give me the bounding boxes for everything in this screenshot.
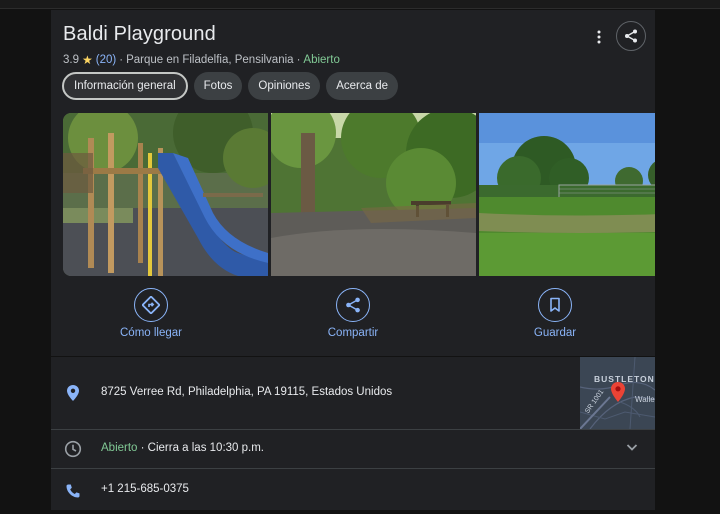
- more-vert-icon: [597, 30, 601, 44]
- phone-row[interactable]: +1 215-685-0375: [51, 469, 655, 510]
- rating-value: 3.9: [63, 54, 79, 66]
- phone-icon: [63, 481, 83, 501]
- hours-open-status: Abierto: [101, 442, 138, 454]
- star-icon: ★: [82, 53, 93, 67]
- save-icon-circle: [538, 288, 572, 322]
- action-bar: Cómo llegar Compartir Guardar: [51, 288, 655, 348]
- address-row[interactable]: 8725 Verree Rd, Philadelphia, PA 19115, …: [51, 357, 655, 429]
- address-text: 8725 Verree Rd, Philadelphia, PA 19115, …: [101, 386, 393, 398]
- chevron-down-icon[interactable]: [625, 440, 639, 459]
- share-icon: [625, 29, 637, 43]
- open-status: Abierto: [303, 54, 340, 66]
- share-button[interactable]: Compartir: [303, 288, 403, 339]
- rating-row: 3.9 ★ (20) · Parque en Filadelfia, Pensi…: [63, 53, 340, 67]
- hours-row[interactable]: Abierto · Cierra a las 10:30 p.m.: [51, 430, 655, 468]
- save-button[interactable]: Guardar: [505, 288, 605, 339]
- directions-icon-circle: [134, 288, 168, 322]
- map-thumbnail[interactable]: BUSTLETON Walle SR 1001: [580, 357, 655, 429]
- photo-playground-slide[interactable]: [63, 113, 268, 276]
- tab-bar: Información general Fotos Opiniones Acer…: [62, 72, 398, 100]
- hours-text: Abierto · Cierra a las 10:30 p.m.: [101, 442, 264, 454]
- tab-photos[interactable]: Fotos: [193, 72, 243, 100]
- photo-strip: [63, 113, 655, 276]
- place-category: Parque en Filadelfia, Pensilvania: [126, 54, 294, 66]
- bookmark-icon: [550, 297, 560, 312]
- share-icon-circle: [336, 288, 370, 322]
- clock-icon: [63, 439, 83, 459]
- share-top-button[interactable]: [616, 21, 646, 51]
- map-pin-icon: [611, 382, 625, 402]
- browser-top-bar: [0, 0, 720, 9]
- tab-reviews[interactable]: Opiniones: [248, 72, 321, 100]
- place-panel: Baldi Playground 3.9 ★ (20) · Parque en …: [51, 10, 655, 356]
- separator: ·: [296, 54, 301, 66]
- separator: ·: [119, 54, 124, 66]
- hours-close-time: · Cierra a las 10:30 p.m.: [137, 442, 264, 454]
- directions-label: Cómo llegar: [120, 327, 182, 339]
- share-icon: [346, 297, 360, 313]
- place-title: Baldi Playground: [63, 23, 216, 45]
- map-street-label: Walle: [635, 395, 655, 404]
- directions-icon: [142, 296, 160, 314]
- directions-button[interactable]: Cómo llegar: [101, 288, 201, 339]
- photo-field[interactable]: [479, 113, 655, 276]
- tab-about[interactable]: Acerca de: [326, 72, 398, 100]
- share-label: Compartir: [327, 327, 379, 339]
- tab-overview[interactable]: Información general: [62, 72, 188, 100]
- save-label: Guardar: [533, 327, 577, 339]
- phone-number: +1 215-685-0375: [101, 483, 189, 495]
- review-count-link[interactable]: (20): [96, 54, 116, 66]
- more-options-button[interactable]: [588, 26, 610, 48]
- photo-path-bench[interactable]: [271, 113, 476, 276]
- location-pin-icon: [63, 383, 83, 403]
